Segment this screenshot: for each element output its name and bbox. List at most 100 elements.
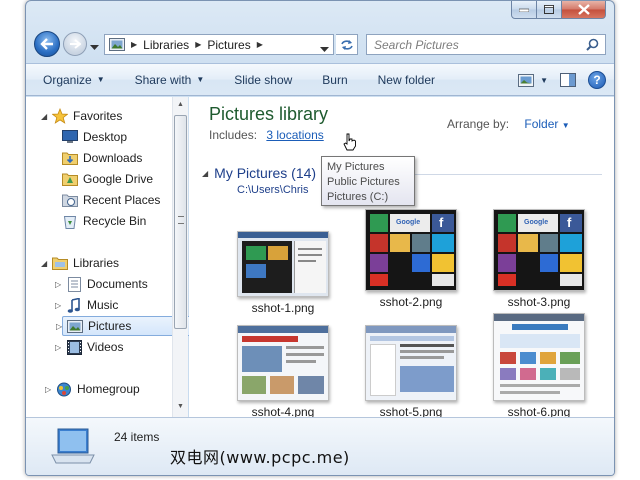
search-icon[interactable] — [586, 38, 599, 54]
sidebar-item-downloads[interactable]: Downloads — [62, 148, 142, 168]
maximize-icon — [544, 5, 554, 14]
change-view-button[interactable]: ▼ — [518, 73, 548, 87]
breadcrumb-separator-icon[interactable]: ▶ — [131, 40, 137, 49]
back-button[interactable] — [34, 31, 60, 57]
thumbnail-image — [493, 313, 585, 401]
recent-pages-dropdown[interactable] — [90, 40, 99, 54]
preview-pane-button[interactable] — [560, 73, 576, 87]
share-with-button[interactable]: Share with ▼ — [135, 73, 205, 87]
file-tile[interactable]: sshot-6.png — [491, 313, 587, 417]
includes-row: Includes: 3 locations — [209, 128, 324, 142]
group-name: My Pictures (14) — [214, 165, 317, 181]
videos-icon — [66, 339, 82, 355]
help-button[interactable]: ? — [588, 71, 606, 89]
file-tile[interactable]: Google f sshot-3.png — [491, 209, 587, 309]
sidebar-item-documents[interactable]: ▷ Documents — [55, 274, 148, 294]
file-tile[interactable]: sshot-4.png — [235, 325, 331, 417]
sidebar-item-videos[interactable]: ▷ Videos — [55, 337, 123, 357]
homegroup-icon — [56, 381, 72, 397]
documents-icon — [66, 276, 82, 292]
slide-show-label: Slide show — [234, 72, 293, 87]
sidebar-item-google-drive[interactable]: Google Drive — [62, 169, 153, 189]
sidebar-item-label: Recent Places — [83, 193, 161, 207]
minimize-button[interactable] — [511, 1, 537, 19]
file-name: sshot-3.png — [507, 295, 571, 309]
libraries-icon — [52, 255, 68, 271]
file-tile[interactable]: sshot-5.png — [363, 325, 459, 417]
breadcrumb-separator-icon[interactable]: ▶ — [195, 40, 201, 49]
sidebar-item-label: Homegroup — [77, 382, 140, 396]
collapse-arrow-icon[interactable]: ◢ — [41, 112, 47, 121]
recent-places-icon — [62, 192, 78, 208]
tree-libraries[interactable]: ◢ Libraries — [41, 253, 119, 273]
group-header[interactable]: ◢ My Pictures (14) — [202, 165, 316, 181]
file-tile[interactable]: sshot-1.png — [235, 231, 331, 315]
collapse-arrow-icon[interactable]: ◢ — [202, 169, 208, 178]
page-title: Pictures library — [209, 104, 329, 124]
thumbnail-image — [365, 325, 457, 401]
arrange-by-value: Folder — [524, 117, 559, 131]
maximize-button[interactable] — [537, 1, 562, 19]
star-icon — [52, 108, 68, 124]
thumbnail-image: Google f — [365, 209, 457, 291]
locations-link[interactable]: 3 locations — [266, 128, 323, 142]
address-bar[interactable]: ▶ Libraries ▶ Pictures ▶ — [104, 34, 334, 55]
expand-arrow-icon[interactable]: ▷ — [55, 343, 61, 352]
expand-arrow-icon[interactable]: ▷ — [55, 301, 61, 310]
chevron-down-icon[interactable]: ▼ — [540, 76, 548, 85]
share-with-label: Share with — [134, 72, 192, 87]
expand-arrow-icon[interactable]: ▷ — [56, 322, 62, 331]
sidebar-item-recent-places[interactable]: Recent Places — [62, 190, 160, 210]
thumbnail-image: Google f — [493, 209, 585, 291]
breadcrumb-pictures[interactable]: Pictures — [207, 38, 250, 52]
new-folder-button[interactable]: New folder — [378, 73, 435, 87]
expand-arrow-icon[interactable]: ▷ — [45, 385, 51, 394]
sidebar-item-desktop[interactable]: Desktop — [62, 127, 127, 147]
sidebar-item-homegroup[interactable]: ▷ Homegroup — [45, 379, 140, 399]
scroll-up-icon[interactable]: ▲ — [177, 101, 184, 108]
search-box[interactable] — [366, 34, 606, 55]
breadcrumb-libraries[interactable]: Libraries — [143, 38, 189, 52]
sidebar-item-label: Recycle Bin — [83, 214, 147, 228]
chevron-down-icon: ▼ — [561, 121, 570, 130]
nav-pane-scroll-thumb[interactable] — [174, 115, 187, 329]
file-name: sshot-2.png — [379, 295, 443, 309]
sidebar-item-music[interactable]: ▷ Music — [55, 295, 119, 315]
library-pictures-icon — [50, 427, 96, 470]
address-history-dropdown[interactable] — [320, 42, 329, 56]
help-icon: ? — [588, 71, 606, 89]
refresh-button[interactable] — [336, 34, 358, 55]
google-drive-folder-icon — [62, 171, 78, 187]
breadcrumb-separator-icon[interactable]: ▶ — [257, 40, 263, 49]
forward-arrow-icon — [70, 39, 81, 49]
back-arrow-icon — [40, 38, 53, 50]
arrange-by-label: Arrange by: — [447, 117, 510, 131]
forward-button[interactable] — [63, 32, 87, 56]
file-tile[interactable]: Google f sshot-2.png — [363, 209, 459, 309]
slide-show-button[interactable]: Slide show — [234, 73, 292, 87]
nav-pane-scrollbar[interactable]: ▲ ▼ — [172, 97, 188, 417]
search-input[interactable] — [374, 37, 574, 52]
downloads-folder-icon — [62, 150, 78, 166]
sidebar-item-label: Desktop — [83, 130, 128, 144]
recycle-bin-icon — [62, 213, 78, 229]
sidebar-item-recycle-bin[interactable]: Recycle Bin — [62, 211, 146, 231]
navigation-pane: ◢ Favorites Desktop Downloads Google Dri… — [26, 97, 196, 417]
preview-pane-icon — [560, 73, 576, 87]
collapse-arrow-icon[interactable]: ◢ — [41, 259, 47, 268]
close-button[interactable] — [562, 1, 606, 19]
tree-favorites[interactable]: ◢ Favorites — [41, 106, 122, 126]
arrange-by-dropdown[interactable]: Folder ▼ — [524, 117, 569, 131]
chevron-down-icon — [320, 47, 329, 52]
file-name: sshot-6.png — [507, 405, 571, 417]
sidebar-item-label: Music — [87, 298, 119, 312]
thumbnail-image — [237, 231, 329, 297]
expand-arrow-icon[interactable]: ▷ — [55, 280, 61, 289]
file-list-pane: Pictures library Includes: 3 locations A… — [189, 97, 614, 417]
sidebar-item-label: Google Drive — [83, 172, 154, 186]
item-count: 24 items — [114, 430, 160, 444]
group-divider — [407, 174, 602, 175]
organize-button[interactable]: Organize ▼ — [43, 73, 105, 87]
burn-button[interactable]: Burn — [322, 73, 347, 87]
scroll-down-icon[interactable]: ▼ — [177, 403, 184, 410]
